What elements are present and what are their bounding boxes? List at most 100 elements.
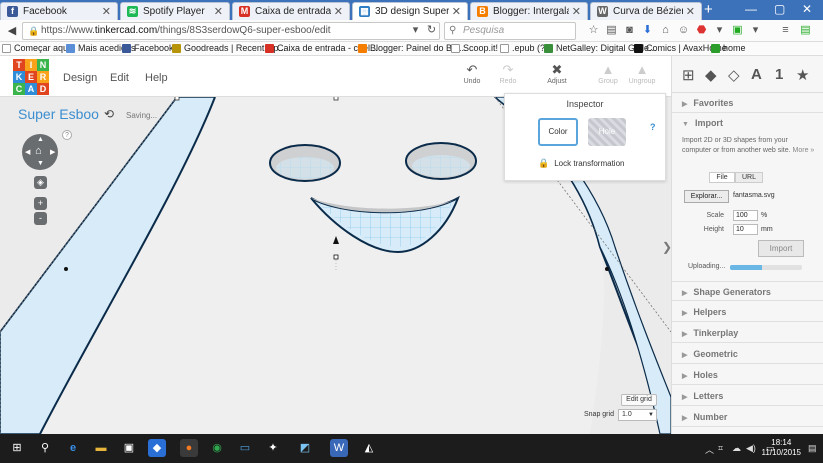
menu-help[interactable]: Help xyxy=(145,72,168,84)
extension-icon[interactable]: ▣ xyxy=(730,23,745,38)
section-helpers[interactable]: ▶ Helpers xyxy=(672,302,823,322)
bookmark-item[interactable]: home xyxy=(711,43,746,53)
chrome-icon[interactable]: ◉ xyxy=(208,439,226,457)
redo-button[interactable]: ↷ Redo xyxy=(492,62,524,85)
browser-tab[interactable]: W Curva de Bézier - Wiki...✕ xyxy=(590,2,702,20)
height-input[interactable]: 10 xyxy=(733,224,758,235)
url-tab[interactable]: URL xyxy=(735,172,763,183)
download-icon[interactable]: ⬇ xyxy=(640,23,655,38)
mail-icon[interactable]: ▭ xyxy=(236,439,254,457)
number-one-icon[interactable]: 1 xyxy=(775,66,783,83)
wire-cube-icon[interactable]: ◇ xyxy=(728,66,740,84)
snap-grid-select[interactable]: 1.0 ▼ xyxy=(618,409,657,421)
file-explorer-icon[interactable]: ▬ xyxy=(92,439,110,457)
inkscape-icon[interactable]: ◭ xyxy=(360,439,378,457)
orbit-right-icon[interactable]: ▶ xyxy=(50,148,55,156)
section-number[interactable]: ▶ Number xyxy=(672,407,823,427)
import-button[interactable]: Import xyxy=(758,240,804,257)
system-clock[interactable]: 18:14 11/10/2015 xyxy=(762,438,801,458)
bookmark-item[interactable]: .epub (?) xyxy=(500,43,548,53)
close-tab-icon[interactable]: ✕ xyxy=(572,5,581,18)
menu-design[interactable]: Design xyxy=(63,72,97,84)
section-letters[interactable]: ▶ Letters xyxy=(672,386,823,406)
home-icon[interactable]: ⌂ xyxy=(658,23,673,38)
new-tab-button[interactable]: + xyxy=(704,1,713,18)
zoom-in-button[interactable]: + xyxy=(34,197,47,210)
section-geometric[interactable]: ▶ Geometric xyxy=(672,344,823,364)
firefox-icon[interactable]: ● xyxy=(180,439,198,457)
section-favorites[interactable]: ▶ Favorites xyxy=(672,93,823,113)
app-icon[interactable]: ✦ xyxy=(264,439,282,457)
store-icon[interactable]: ▣ xyxy=(120,439,138,457)
group-button[interactable]: ▲ Group xyxy=(592,62,624,85)
sidebar-extension-icon[interactable]: ▤ xyxy=(798,23,813,38)
adjust-button[interactable]: ✖ Adjust xyxy=(541,62,573,85)
close-tab-icon[interactable]: ✕ xyxy=(214,5,223,18)
fit-view-button[interactable]: ◈ xyxy=(34,176,47,189)
more-link[interactable]: More » xyxy=(793,147,815,154)
browser-tab[interactable]: M Caixa de entrada - coe...✕ xyxy=(232,2,350,20)
ungroup-button[interactable]: ▲ Ungroup xyxy=(626,62,658,85)
back-button[interactable]: ◀ xyxy=(4,23,20,39)
browser-tab[interactable]: ▦ 3D design Super Esbo...✕ xyxy=(352,2,468,20)
zoom-out-button[interactable]: - xyxy=(34,212,47,225)
browser-tab[interactable]: f Facebook ✕ xyxy=(0,2,118,20)
search-taskbar-icon[interactable]: ⚲ xyxy=(36,439,54,457)
close-tab-icon[interactable]: ✕ xyxy=(334,5,343,18)
orbit-down-icon[interactable]: ▼ xyxy=(37,160,44,167)
hole-button[interactable]: Hole xyxy=(588,118,626,146)
windows-start-icon[interactable]: ⊞ xyxy=(8,439,26,457)
cube-icon[interactable]: ◆ xyxy=(705,66,717,84)
emoji-icon[interactable]: ☺ xyxy=(676,23,691,38)
close-tab-icon[interactable]: ✕ xyxy=(102,5,111,18)
letter-a-icon[interactable]: A xyxy=(751,66,762,83)
home-view-icon[interactable]: ⌂ xyxy=(35,145,42,157)
lock-transformation-toggle[interactable]: 🔒 Lock transformation xyxy=(538,158,624,169)
reload-icon[interactable]: ↻ xyxy=(424,23,439,38)
section-tinkerplay[interactable]: ▶ Tinkerplay xyxy=(672,323,823,343)
show-hidden-icons[interactable]: ︿ xyxy=(705,443,714,456)
dropdown-arrow-icon[interactable]: ▾ xyxy=(408,23,423,38)
color-button[interactable]: Color xyxy=(538,118,578,146)
close-tab-icon[interactable]: ✕ xyxy=(686,5,695,18)
undo-button[interactable]: ↶ Undo xyxy=(456,62,488,85)
volume-icon[interactable]: ◀) xyxy=(746,443,756,454)
section-shape-generators[interactable]: ▶ Shape Generators xyxy=(672,281,823,301)
close-tab-icon[interactable]: ✕ xyxy=(452,5,461,18)
bookmark-item[interactable]: Começar aqui xyxy=(2,43,70,53)
section-import[interactable]: ▼ Import xyxy=(672,113,823,133)
view-navigation-control[interactable]: ▲ ▼ ◀ ▶ ⌂ xyxy=(22,134,58,170)
edge-icon[interactable]: e xyxy=(64,439,82,457)
browser-tab[interactable]: ≋ Spotify Player ✕ xyxy=(120,2,230,20)
extension-dropdown-icon[interactable]: ▾ xyxy=(748,23,763,38)
addon-dropdown-icon[interactable]: ▾ xyxy=(712,23,727,38)
bookmark-item[interactable]: Scoop.it! xyxy=(451,43,498,53)
edit-grid-button[interactable]: Edit grid xyxy=(621,394,657,406)
close-window-button[interactable]: ✕ xyxy=(802,2,812,16)
browser-tab[interactable]: B Blogger: Intergalactic...✕ xyxy=(470,2,588,20)
address-bar[interactable]: 🔒 https://www.tinkercad.com/things/8S3ser… xyxy=(22,22,440,40)
menu-icon[interactable]: ≡ xyxy=(778,23,793,38)
pocket-icon[interactable]: ◙ xyxy=(622,23,637,38)
browse-file-button[interactable]: Explorar... xyxy=(684,190,729,203)
maximize-button[interactable]: ▢ xyxy=(774,2,785,16)
notifications-icon[interactable]: ▤ xyxy=(808,443,817,454)
tinkercad-logo[interactable]: TINKERCAD xyxy=(13,59,49,95)
orbit-up-icon[interactable]: ▲ xyxy=(37,136,44,143)
word-icon[interactable]: W xyxy=(330,439,348,457)
section-holes[interactable]: ▶ Holes xyxy=(672,365,823,385)
refresh-icon[interactable]: ⟲ xyxy=(104,107,114,121)
file-tab[interactable]: File xyxy=(709,172,735,183)
adblock-icon[interactable]: ⬣ xyxy=(694,23,709,38)
star-icon[interactable]: ★ xyxy=(796,66,809,84)
orbit-left-icon[interactable]: ◀ xyxy=(25,148,30,156)
search-input[interactable]: ⚲ Pesquisa xyxy=(444,22,576,40)
help-icon[interactable]: ? xyxy=(62,130,72,140)
editor-icon[interactable]: ◩ xyxy=(296,439,314,457)
menu-edit[interactable]: Edit xyxy=(110,72,129,84)
grid-view-icon[interactable]: ⊞ xyxy=(682,66,695,84)
bookmark-item[interactable]: Facebook xyxy=(122,43,174,53)
reading-list-icon[interactable]: ▤ xyxy=(604,23,619,38)
dropbox-icon[interactable]: ◆ xyxy=(148,439,166,457)
bookmark-star-icon[interactable]: ☆ xyxy=(586,23,601,38)
